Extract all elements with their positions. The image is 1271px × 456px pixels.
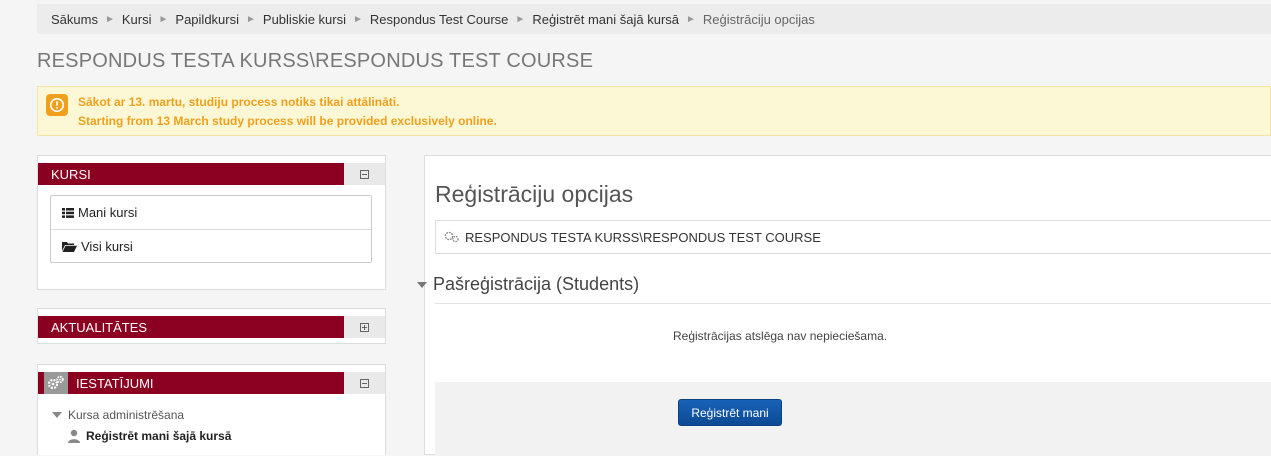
main-content: Reģistrāciju opcijas RESPONDUS TESTA KUR… — [417, 155, 1271, 456]
self-enrolment-title: Pašreģistrācija (Students) — [433, 274, 640, 294]
breadcrumb-separator: ► — [246, 13, 256, 25]
course-administration-node[interactable]: Kursa administrēšana — [52, 408, 184, 422]
block-news-title: AKTUALITĀTES — [38, 316, 344, 338]
course-info-box[interactable]: RESPONDUS TESTA KURSS\RESPONDUS TEST COU… — [435, 220, 1271, 254]
block-courses: KURSI Mani kursi Visi kursi — [37, 155, 386, 290]
courses-list: Mani kursi Visi kursi — [50, 195, 372, 263]
breadcrumb-enrol[interactable]: Reģistrēt mani šajā kursā — [532, 12, 679, 27]
minus-icon — [360, 169, 369, 179]
folder-open-icon — [62, 241, 77, 252]
breadcrumb-separator: ► — [353, 13, 363, 25]
breadcrumb-current: Reģistrāciju opcijas — [702, 11, 815, 27]
notice-line-lv: Sākot ar 13. martu, studiju process noti… — [78, 95, 400, 109]
notice-line-en: Starting from 13 March study process wil… — [78, 114, 497, 128]
divider — [435, 303, 1271, 304]
notice-banner: Sākot ar 13. martu, studiju process noti… — [37, 86, 1271, 136]
enrol-me-link-label: Reģistrēt mani šajā kursā — [86, 429, 232, 443]
course-administration-label: Kursa administrēšana — [68, 408, 185, 422]
collapse-button[interactable] — [344, 372, 385, 394]
caret-down-icon — [417, 281, 427, 288]
block-settings: IESTATĪJUMI Kursa administrēšana Reģistr… — [37, 364, 386, 455]
breadcrumb-separator: ► — [515, 13, 526, 25]
enrol-me-link[interactable]: Reģistrēt mani šajā kursā — [67, 429, 231, 443]
plus-icon — [360, 322, 369, 332]
self-enrolment-section-toggle[interactable]: Pašreģistrācija (Students) — [417, 274, 639, 295]
expand-button[interactable] — [344, 316, 385, 338]
breadcrumb-separator: ► — [686, 13, 696, 25]
enrol-me-button[interactable]: Reģistrēt mani — [678, 399, 782, 426]
block-courses-title: KURSI — [38, 163, 344, 185]
list-item-label: Mani kursi — [78, 205, 138, 220]
list-item-my-courses[interactable]: Mani kursi — [51, 196, 371, 229]
breadcrumb-courses[interactable]: Kursi — [122, 12, 152, 27]
block-settings-title: IESTATĪJUMI — [38, 372, 344, 394]
form-actions: Reģistrēt mani — [435, 382, 1271, 456]
exclamation-icon — [46, 94, 68, 116]
user-icon — [67, 429, 81, 443]
block-news: AKTUALITĀTES — [37, 308, 386, 344]
page-title: RESPONDUS TESTA KURSS\RESPONDUS TEST COU… — [37, 50, 594, 72]
enrolment-key-note: Reģistrācijas atslēga nav nepieciešama. — [673, 329, 888, 343]
breadcrumb: Sākums ► Kursi ► Papildkursi ► Publiskie… — [37, 4, 1271, 34]
breadcrumb-extra-courses[interactable]: Papildkursi — [175, 12, 239, 27]
list-item-all-courses[interactable]: Visi kursi — [51, 229, 371, 262]
breadcrumb-separator: ► — [158, 13, 169, 25]
enrolment-options-heading: Reģistrāciju opcijas — [435, 181, 634, 207]
collapse-button[interactable] — [344, 163, 385, 185]
breadcrumb-course[interactable]: Respondus Test Course — [370, 12, 509, 27]
course-name: RESPONDUS TESTA KURSS\RESPONDUS TEST COU… — [465, 229, 821, 245]
breadcrumb-separator: ► — [104, 13, 115, 25]
minus-icon — [360, 378, 369, 388]
breadcrumb-home[interactable]: Sākums — [51, 12, 98, 27]
course-icon — [444, 231, 460, 243]
breadcrumb-public-courses[interactable]: Publiskie kursi — [263, 12, 346, 27]
gears-icon — [44, 372, 68, 394]
list-icon — [62, 207, 74, 218]
caret-down-icon — [52, 412, 62, 418]
list-item-label: Visi kursi — [81, 238, 133, 254]
